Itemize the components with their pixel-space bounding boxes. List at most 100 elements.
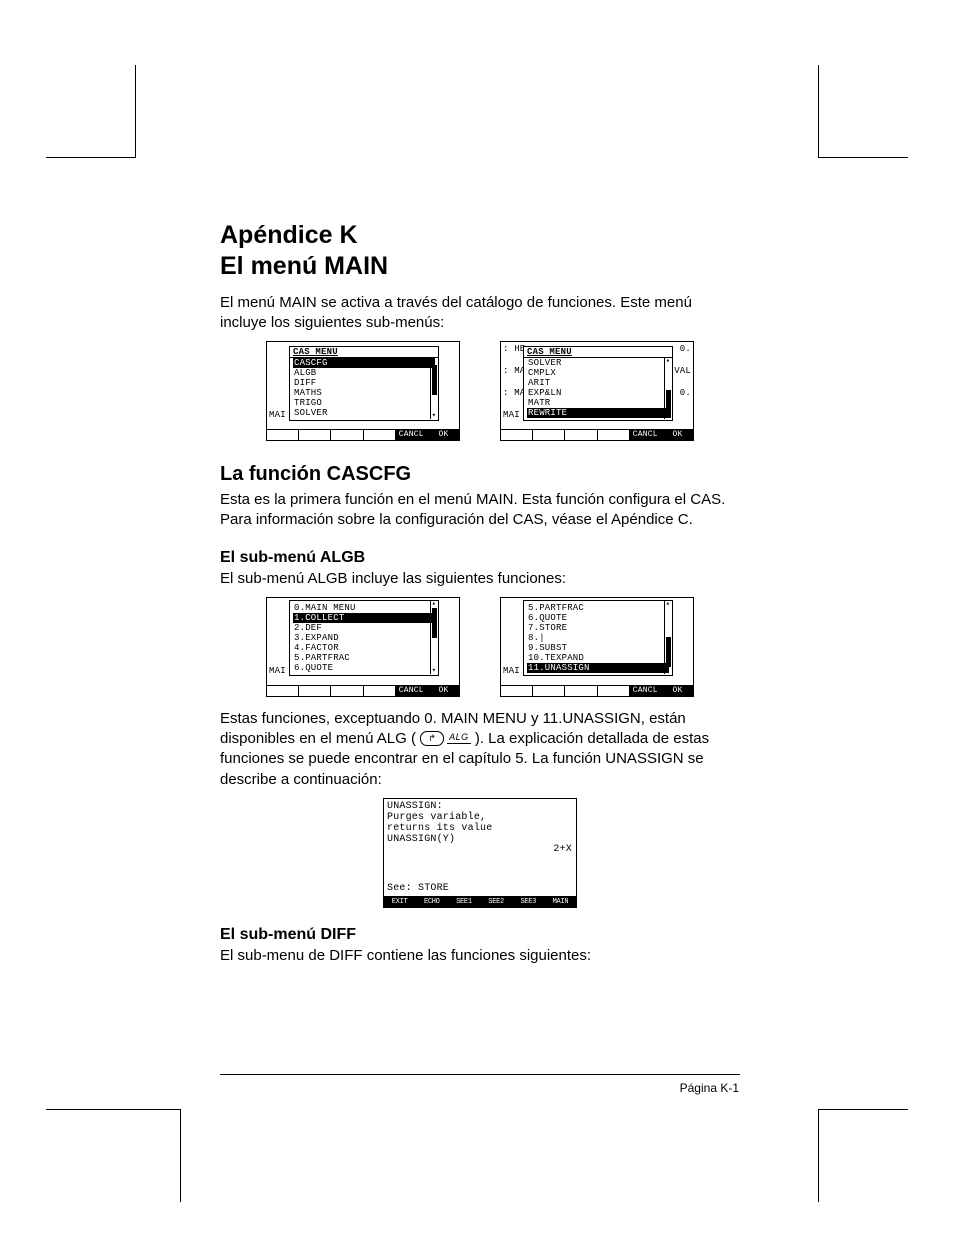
softkey [565,429,597,440]
cas-menu-popup: CAS MENU CASCFG ALGB DIFF MATHS TRIGO SO… [289,346,439,421]
softkey [267,429,299,440]
scroll-thumb [666,637,671,667]
screenshot-main-menu-2: : HE : MA : MA MAI 0. VAL 0. CAS MENU SO… [500,341,694,441]
menu-item: 5.PARTFRAC [293,653,435,663]
softkey-echo: ECHO [416,896,448,907]
title-line-1: Apéndice K [220,221,358,249]
screenshot-algb-2: MAI 5.PARTFRAC 6.QUOTE 7.STORE 8.| 9.SUB… [500,597,694,697]
softkey-see1: SEE1 [448,896,480,907]
menu-item: MATHS [293,388,435,398]
algb-popup: 5.PARTFRAC 6.QUOTE 7.STORE 8.| 9.SUBST 1… [523,600,673,676]
softkey-cancel: CANCL [396,685,428,696]
scroll-up-icon: ▴ [665,601,671,607]
help-expression: 2+X [553,845,572,855]
intro-paragraph: El menú MAIN se activa a través del catá… [220,293,740,334]
popup-body: 0.MAIN MENU 1.COLLECT 2.DEF 3.EXPAND 4.F… [290,601,438,675]
popup-body: CASCFG ALGB DIFF MATHS TRIGO SOLVER ▴ ▾ [290,358,438,420]
softkey [533,685,565,696]
softkey [299,685,331,696]
softkey-cancel: CANCL [630,429,662,440]
heading-diff: El sub-menú DIFF [220,926,740,944]
softkey-ok: OK [662,429,693,440]
alg-key-glyph: ↱ ALG [420,731,471,746]
softkey [364,685,396,696]
popup-title: CAS MENU [290,347,438,358]
scroll-down-icon: ▾ [665,668,671,674]
screenshot-unassign-help: UNASSIGN: Purges variable, returns its v… [383,798,577,908]
lcd-background-text: MAI [503,600,520,684]
softkey-see3: SEE3 [513,896,545,907]
crop-mark [818,1110,819,1202]
unassign-screenshot-row: UNASSIGN: Purges variable, returns its v… [220,798,740,908]
menu-item: 10.TEXPAND [527,653,669,663]
menu-item: 2.DEF [293,623,435,633]
algb-after-paragraph: Estas funciones, exceptuando 0. MAIN MEN… [220,709,740,790]
softkey-main: MAIN [545,896,576,907]
menu-item: EXP&LN [527,388,669,398]
softkey-ok: OK [428,429,459,440]
menu-item: DIFF [293,378,435,388]
diff-intro-paragraph: El sub-menu de DIFF contiene las funcion… [220,946,740,966]
menu-item: TRIGO [293,398,435,408]
crop-mark [135,65,136,157]
softkey-ok: OK [428,685,459,696]
lcd-background-text: MAI [269,344,286,428]
menu-item: 1.COLLECT [293,613,435,623]
menu-item: 4.FACTOR [293,643,435,653]
scroll-thumb [432,365,437,395]
menu-item: 8.| [527,633,669,643]
menu-item: 5.PARTFRAC [527,603,669,613]
softkey [267,685,299,696]
menu-item: CASCFG [293,358,435,368]
softkey [533,429,565,440]
appendix-title: Apéndice K El menú MAIN [220,220,740,283]
scroll-down-icon: ▾ [431,413,437,419]
content-column: Apéndice K El menú MAIN El menú MAIN se … [220,220,740,974]
softkey-exit: EXIT [384,896,416,907]
scroll-down-icon: ▾ [665,413,671,419]
lcd-background-text: MAI [269,600,286,684]
softkey-cancel: CANCL [630,685,662,696]
menu-item: MATR [527,398,669,408]
softkey-cancel: CANCL [396,429,428,440]
scroll-thumb [432,608,437,638]
popup-body: 5.PARTFRAC 6.QUOTE 7.STORE 8.| 9.SUBST 1… [524,601,672,675]
softkey-ok: OK [662,685,693,696]
menu-item: 9.SUBST [527,643,669,653]
softkey-see2: SEE2 [481,896,513,907]
softkey [598,429,630,440]
scroll-up-icon: ▴ [431,358,437,364]
softkey [565,685,597,696]
softkey-row: CANCL OK [267,429,459,440]
page: Apéndice K El menú MAIN El menú MAIN se … [0,0,954,1235]
menu-item: 6.QUOTE [293,663,435,673]
main-menu-screenshots: MAI CAS MENU CASCFG ALGB DIFF MATHS TRIG… [220,341,740,441]
softkey [331,685,363,696]
menu-item: 7.STORE [527,623,669,633]
scroll-up-icon: ▴ [665,358,671,364]
help-text: UNASSIGN: Purges variable, returns its v… [387,801,573,845]
popup-body: SOLVER CMPLX ARIT EXP&LN MATR REWRITE ▴ … [524,358,672,420]
scrollbar: ▴ ▾ [430,601,437,674]
crop-mark [818,157,908,158]
menu-item: 3.EXPAND [293,633,435,643]
menu-item: ARIT [527,378,669,388]
right-shift-key-icon: ↱ [420,731,444,746]
heading-cascfg: La función CASCFG [220,463,740,486]
crop-mark [180,1110,181,1202]
cascfg-paragraph: Esta es la primera función en el menú MA… [220,490,740,531]
softkey [501,685,533,696]
alg-key-label: ALG [447,732,471,744]
scrollbar: ▴ ▾ [664,358,671,419]
popup-title: CAS MENU [524,347,672,358]
scroll-down-icon: ▾ [431,668,437,674]
footer-rule [220,1074,740,1075]
screenshot-main-menu-1: MAI CAS MENU CASCFG ALGB DIFF MATHS TRIG… [266,341,460,441]
crop-mark [46,1109,181,1110]
softkey [364,429,396,440]
softkey-row: CANCL OK [501,685,693,696]
softkey-row: EXIT ECHO SEE1 SEE2 SEE3 MAIN [384,896,576,907]
softkey [598,685,630,696]
algb-intro-paragraph: El sub-menú ALGB incluye las siguientes … [220,569,740,589]
menu-item: ALGB [293,368,435,378]
